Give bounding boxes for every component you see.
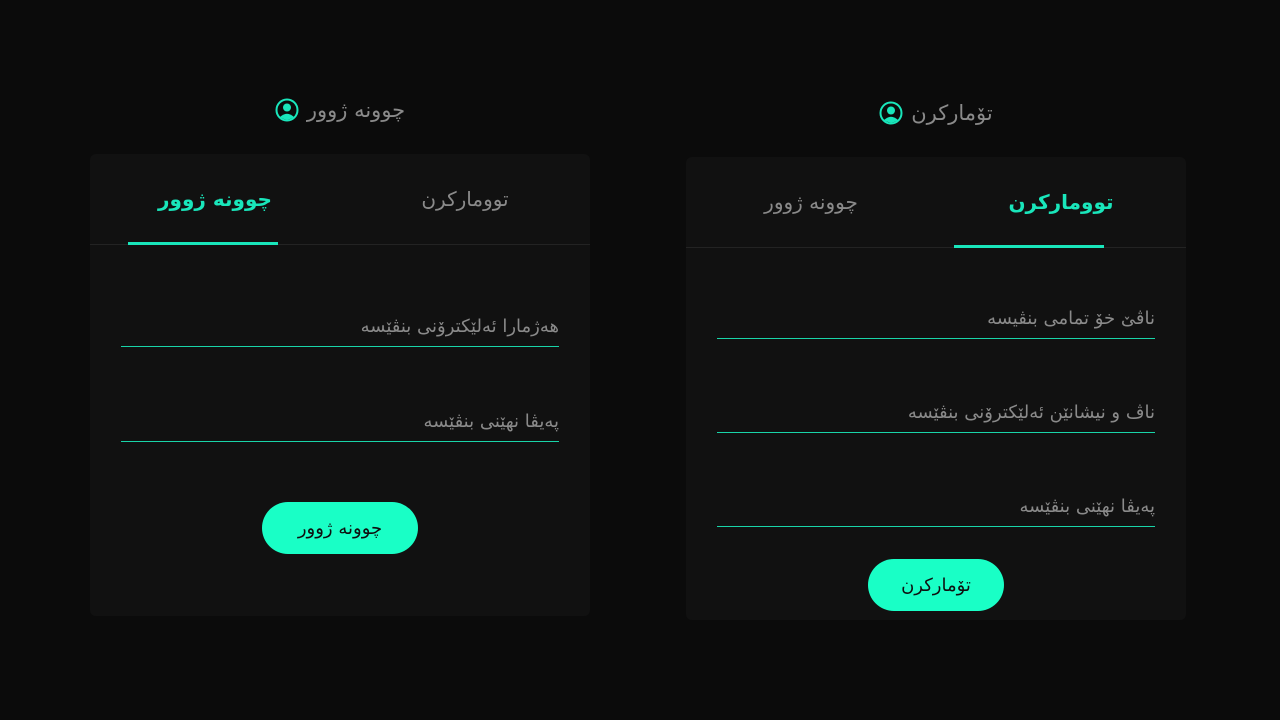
register-tabs: چوونە ژوور تووماركرن [686, 157, 1186, 248]
tab-register[interactable]: تووماركرن [936, 157, 1186, 248]
register-fullname-input[interactable] [717, 279, 1155, 339]
register-card: چوونە ژوور تووماركرن تۆمارکرن [686, 157, 1186, 620]
login-email-input[interactable] [121, 287, 559, 347]
register-panel: تۆمارکرن چوونە ژوور تووماركرن تۆمارکرن [686, 95, 1186, 620]
user-circle-icon [275, 98, 299, 122]
register-submit-button[interactable]: تۆمارکرن [868, 559, 1004, 611]
tab-login[interactable]: چوونە ژوور [686, 157, 936, 247]
login-submit-button[interactable]: چوونە ژوور [262, 502, 418, 554]
register-fields [686, 279, 1186, 527]
login-tabs: چوونە ژوور تووماركرن [90, 154, 590, 245]
tab-register[interactable]: تووماركرن [340, 154, 590, 244]
user-circle-icon [879, 101, 903, 125]
tab-login[interactable]: چوونە ژوور [90, 154, 340, 245]
register-heading-text: تۆمارکرن [911, 101, 993, 125]
login-fields [90, 287, 590, 442]
login-heading-text: چوونە ژوور [306, 98, 406, 122]
login-card: چوونە ژوور تووماركرن چوونە ژوور [90, 154, 590, 616]
register-email-input[interactable] [717, 373, 1155, 433]
register-password-input[interactable] [717, 467, 1155, 527]
login-heading: چوونە ژوور [90, 92, 590, 128]
register-heading: تۆمارکرن [686, 95, 1186, 131]
login-panel: چوونە ژوور چوونە ژوور تووماركرن چوونە ژو… [90, 92, 590, 616]
login-password-input[interactable] [121, 382, 559, 442]
